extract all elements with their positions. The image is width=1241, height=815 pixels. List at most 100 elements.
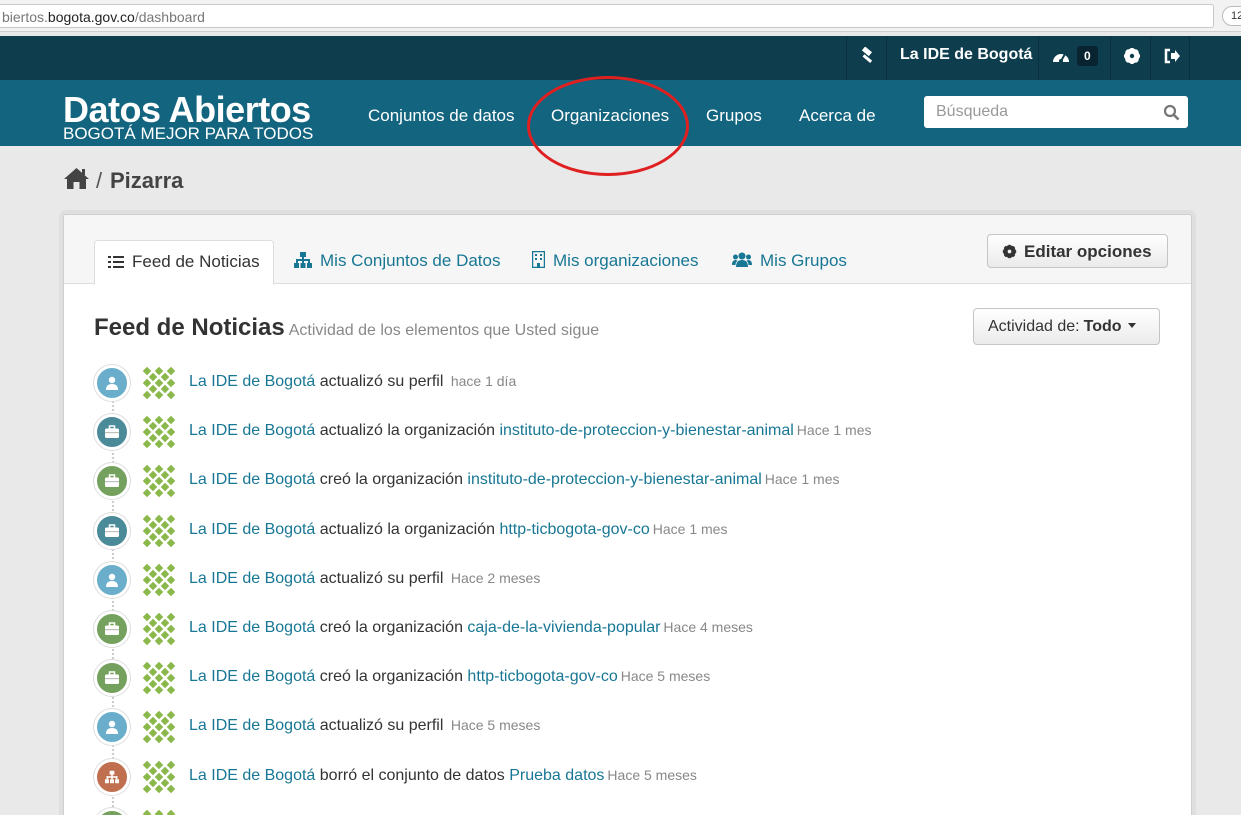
activity-verb: actualizó su perfil <box>319 373 444 390</box>
search-icon[interactable] <box>1163 104 1180 121</box>
user-icon <box>106 573 118 587</box>
sitemap-icon <box>105 770 119 783</box>
breadcrumb-separator: / <box>96 168 103 193</box>
user-icon <box>106 376 118 390</box>
home-icon[interactable] <box>63 166 90 190</box>
feed-heading: Feed de Noticias Actividad de los element… <box>94 314 599 342</box>
tab-label: Feed de Noticias <box>132 252 260 271</box>
briefcase-icon <box>105 425 119 439</box>
actor-avatar[interactable] <box>142 661 176 700</box>
user-icon <box>106 721 118 735</box>
gear-icon <box>1124 48 1140 64</box>
actor-link[interactable]: La IDE de Bogotá <box>189 717 315 734</box>
edit-options-button[interactable]: Editar opciones <box>987 234 1168 268</box>
actor-avatar[interactable] <box>142 563 176 602</box>
dashboard-count-badge: 0 <box>1077 46 1098 66</box>
activity-text: La IDE de Bogotá actualizó la organizaci… <box>189 422 872 440</box>
activity-type-badge <box>94 561 130 598</box>
identicon-avatar[interactable] <box>142 809 176 815</box>
search-input[interactable] <box>924 96 1154 128</box>
actor-avatar[interactable] <box>142 366 176 405</box>
identicon-avatar[interactable] <box>142 563 176 597</box>
identicon-avatar[interactable] <box>142 415 176 449</box>
activity-verb: creó la organización <box>319 619 463 636</box>
settings-link[interactable] <box>1110 36 1150 80</box>
users-icon <box>732 252 752 267</box>
activity-verb: actualizó su perfil <box>319 569 444 587</box>
activity-time: Hace 1 mes <box>652 520 728 537</box>
nav-groups[interactable]: Grupos <box>706 106 762 126</box>
user-name: La IDE de Bogotá <box>900 46 1033 63</box>
actor-link[interactable]: La IDE de Bogotá <box>189 521 315 538</box>
tab-my-organizations[interactable]: Mis organizaciones <box>531 240 699 284</box>
sysadmin-link[interactable] <box>846 36 886 80</box>
actor-avatar[interactable] <box>142 415 176 454</box>
tab-news-feed[interactable]: Feed de Noticias <box>94 240 274 285</box>
browser-address-bar: biertos.bogota.gov.co/dashboard 12 <box>0 0 1241 32</box>
logout-link[interactable] <box>1150 36 1190 80</box>
activity-verb: actualizó la organización <box>319 520 495 538</box>
identicon-avatar[interactable] <box>142 760 176 794</box>
nav-datasets[interactable]: Conjuntos de datos <box>368 106 515 126</box>
identicon-avatar[interactable] <box>142 661 176 695</box>
object-link[interactable]: http-ticbogota-gov-co <box>499 521 649 538</box>
object-link[interactable]: caja-de-la-vivienda-popular <box>467 619 660 636</box>
object-link[interactable]: instituto-de-proteccion-y-bienestar-anim… <box>467 471 761 488</box>
dashboard-icon <box>1053 53 1069 63</box>
actor-avatar[interactable] <box>142 464 176 503</box>
zoom-indicator[interactable]: 12 <box>1222 6 1241 26</box>
url-text: biertos.bogota.gov.co/dashboard <box>2 9 205 25</box>
tab-label: Mis organizaciones <box>553 251 699 270</box>
activity-text: La IDE de Bogotá actualizó su perfil hac… <box>189 373 516 391</box>
object-link[interactable]: instituto-de-proteccion-y-bienestar-anim… <box>499 422 793 439</box>
actor-link[interactable]: La IDE de Bogotá <box>189 668 315 685</box>
actor-link[interactable]: La IDE de Bogotá <box>189 570 315 587</box>
nav-organizations[interactable]: Organizaciones <box>551 106 669 126</box>
activity-verb: actualizó la organización <box>319 422 495 440</box>
tab-my-datasets[interactable]: Mis Conjuntos de Datos <box>294 240 500 284</box>
object-link[interactable]: http-ticbogota-gov-co <box>467 668 617 685</box>
identicon-avatar[interactable] <box>142 612 176 646</box>
account-masthead: La IDE de Bogotá 0 <box>0 36 1241 80</box>
actor-link[interactable]: La IDE de Bogotá <box>189 619 315 636</box>
activity-filter-dropdown[interactable]: Actividad de: Todo <box>973 308 1160 345</box>
activity-text: La IDE de Bogotá creó la organización in… <box>189 471 839 489</box>
actor-link[interactable]: La IDE de Bogotá <box>189 471 315 488</box>
dashboard-link[interactable]: 0 <box>1038 36 1110 80</box>
activity-verb: creó la organización <box>319 668 463 686</box>
activity-text: La IDE de Bogotá creó la organización ca… <box>189 619 753 637</box>
timeline-line <box>112 390 114 815</box>
actor-avatar[interactable] <box>142 514 176 553</box>
identicon-avatar[interactable] <box>142 366 176 400</box>
activity-text: La IDE de Bogotá actualizó su perfil Hac… <box>189 570 540 588</box>
identicon-avatar[interactable] <box>142 464 176 498</box>
activity-time: Hace 2 meses <box>450 569 541 586</box>
actor-avatar[interactable] <box>142 760 176 799</box>
tab-my-groups[interactable]: Mis Grupos <box>732 240 847 284</box>
briefcase-icon <box>105 671 119 685</box>
briefcase-icon <box>105 474 119 488</box>
actor-avatar[interactable] <box>142 612 176 651</box>
site-logo-title[interactable]: Datos Abiertos <box>63 92 311 128</box>
activity-type-badge <box>94 807 130 815</box>
actor-link[interactable]: La IDE de Bogotá <box>189 373 315 390</box>
identicon-avatar[interactable] <box>142 710 176 744</box>
identicon-avatar[interactable] <box>142 514 176 548</box>
activity-time: Hace 5 meses <box>450 717 541 734</box>
actor-avatar[interactable] <box>142 710 176 749</box>
activity-time: Hace 1 mes <box>764 471 840 488</box>
activity-type-badge <box>94 611 130 647</box>
url-field[interactable]: biertos.bogota.gov.co/dashboard <box>0 4 1214 28</box>
nav-about[interactable]: Acerca de <box>799 106 876 126</box>
activity-text: La IDE de Bogotá creó la organización ht… <box>189 668 710 686</box>
activity-type-badge <box>94 709 130 746</box>
actor-avatar[interactable] <box>142 809 176 815</box>
user-profile-link[interactable]: La IDE de Bogotá <box>886 36 1038 80</box>
actor-link[interactable]: La IDE de Bogotá <box>189 767 315 784</box>
actor-link[interactable]: La IDE de Bogotá <box>189 422 315 439</box>
object-link[interactable]: Prueba datos <box>509 767 604 784</box>
tab-label: Mis Grupos <box>760 251 847 270</box>
activity-filter-label: Actividad de: <box>988 318 1080 335</box>
list-icon <box>108 256 124 268</box>
gear-icon <box>1002 244 1017 259</box>
